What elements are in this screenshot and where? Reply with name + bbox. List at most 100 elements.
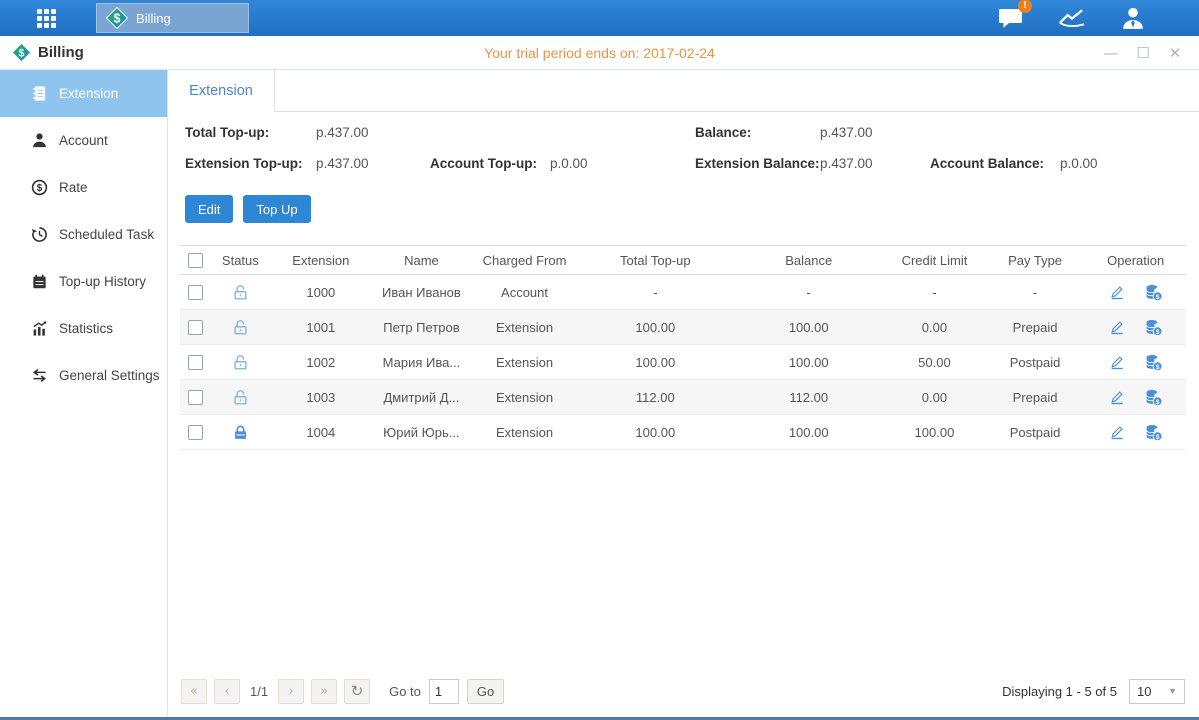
table-row: 1003 Дмитрий Д... Extension 112.00 112.0… xyxy=(180,380,1186,415)
row-checkbox[interactable] xyxy=(188,355,203,370)
dollar-coin-icon: $ xyxy=(31,179,48,196)
taskbar-billing-tab[interactable]: Billing xyxy=(96,3,249,33)
app-launcher-grid-icon[interactable] xyxy=(37,9,56,28)
summary-panel: Total Top-up: p.437.00 Balance: p.437.00… xyxy=(168,112,1199,184)
topup-coins-icon[interactable] xyxy=(1144,388,1163,407)
pay-type-cell: Prepaid xyxy=(985,380,1086,415)
calendar-icon xyxy=(31,273,48,290)
charged-from-cell: Extension xyxy=(472,345,578,380)
balance-cell: 100.00 xyxy=(733,310,884,345)
col-name: Name xyxy=(371,246,472,275)
edit-pencil-icon[interactable] xyxy=(1108,423,1126,441)
account-user-icon[interactable] xyxy=(1119,5,1147,31)
topup-coins-icon[interactable] xyxy=(1144,423,1163,442)
sidebar: Extension Account $ Rate xyxy=(0,70,168,717)
extension-balance-value: p.437.00 xyxy=(820,156,873,171)
top-taskbar: Billing ! xyxy=(0,0,1199,36)
extension-cell: 1002 xyxy=(271,345,372,380)
svg-text:$: $ xyxy=(37,183,43,194)
next-page-button[interactable]: › xyxy=(278,679,304,704)
balance-cell: 100.00 xyxy=(733,415,884,450)
credit-limit-cell: 0.00 xyxy=(884,380,985,415)
action-buttons: Edit Top Up xyxy=(168,195,1199,223)
row-checkbox[interactable] xyxy=(188,320,203,335)
edit-pencil-icon[interactable] xyxy=(1108,353,1126,371)
window-titlebar: Billing Your trial period ends on: 2017-… xyxy=(0,36,1199,70)
credit-limit-cell: 50.00 xyxy=(884,345,985,380)
close-button[interactable]: ✕ xyxy=(1167,45,1183,61)
status-cell xyxy=(210,380,270,415)
edit-pencil-icon[interactable] xyxy=(1108,388,1126,406)
sidebar-item-extension[interactable]: Extension xyxy=(0,70,167,117)
topup-coins-icon[interactable] xyxy=(1144,318,1163,337)
maximize-button[interactable]: ☐ xyxy=(1135,45,1151,61)
name-cell: Дмитрий Д... xyxy=(371,380,472,415)
sidebar-item-account[interactable]: Account xyxy=(0,117,167,164)
top-up-button[interactable]: Top Up xyxy=(243,195,310,223)
prev-page-button[interactable]: ‹ xyxy=(214,679,240,704)
goto-label: Go to xyxy=(389,684,421,699)
sidebar-item-statistics[interactable]: Statistics xyxy=(0,305,167,352)
edit-button[interactable]: Edit xyxy=(185,195,233,223)
billing-diamond-icon xyxy=(106,7,128,29)
row-checkbox[interactable] xyxy=(188,390,203,405)
balance-cell: 112.00 xyxy=(733,380,884,415)
pay-type-cell: - xyxy=(985,275,1086,310)
balance-cell: 100.00 xyxy=(733,345,884,380)
status-cell xyxy=(210,275,270,310)
name-cell: Мария Ива... xyxy=(371,345,472,380)
credit-limit-cell: 100.00 xyxy=(884,415,985,450)
goto-page-input[interactable] xyxy=(429,679,459,704)
history-clock-icon xyxy=(31,226,48,243)
page-size-select[interactable]: 10 ▼ xyxy=(1129,679,1185,704)
table-header-row: Status Extension Name Charged From Total… xyxy=(180,246,1186,275)
balance-label: Balance: xyxy=(695,125,751,140)
tab-strip: Extension xyxy=(168,70,1199,112)
extension-balance-label: Extension Balance: xyxy=(695,156,820,171)
edit-pencil-icon[interactable] xyxy=(1108,283,1126,301)
go-button[interactable]: Go xyxy=(467,679,504,704)
first-page-button[interactable]: « xyxy=(181,679,207,704)
total-topup-value: p.437.00 xyxy=(316,125,369,140)
charged-from-cell: Extension xyxy=(472,415,578,450)
settings-arrows-icon xyxy=(31,367,48,384)
topup-coins-icon[interactable] xyxy=(1144,283,1163,302)
table-row: 1004 Юрий Юрь... Extension 100.00 100.00… xyxy=(180,415,1186,450)
total-topup-cell: 100.00 xyxy=(577,345,733,380)
sidebar-item-general-settings[interactable]: General Settings xyxy=(0,352,167,399)
locked-icon xyxy=(232,424,249,441)
credit-limit-cell: - xyxy=(884,275,985,310)
notifications-chat-icon[interactable]: ! xyxy=(997,5,1025,31)
sidebar-item-label: Rate xyxy=(59,180,88,195)
tab-extension[interactable]: Extension xyxy=(168,70,275,112)
edit-pencil-icon[interactable] xyxy=(1108,318,1126,336)
reports-chart-icon[interactable] xyxy=(1058,5,1086,31)
sidebar-item-label: Scheduled Task xyxy=(59,227,154,242)
last-page-button[interactable]: » xyxy=(311,679,337,704)
displaying-text: Displaying 1 - 5 of 5 xyxy=(1002,684,1117,699)
col-charged-from: Charged From xyxy=(472,246,578,275)
row-checkbox[interactable] xyxy=(188,425,203,440)
refresh-icon[interactable]: ↻ xyxy=(344,679,370,704)
status-cell xyxy=(210,310,270,345)
account-topup-label: Account Top-up: xyxy=(430,156,537,171)
sidebar-item-topup-history[interactable]: Top-up History xyxy=(0,258,167,305)
stats-chart-icon xyxy=(31,320,48,337)
select-all-checkbox[interactable] xyxy=(188,253,203,268)
col-credit-limit: Credit Limit xyxy=(884,246,985,275)
sidebar-item-scheduled-task[interactable]: Scheduled Task xyxy=(0,211,167,258)
account-balance-value: p.0.00 xyxy=(1060,156,1098,171)
sidebar-item-label: Statistics xyxy=(59,321,113,336)
row-checkbox[interactable] xyxy=(188,285,203,300)
status-cell xyxy=(210,345,270,380)
minimize-button[interactable]: — xyxy=(1103,45,1119,61)
person-icon xyxy=(31,132,48,149)
topup-coins-icon[interactable] xyxy=(1144,353,1163,372)
name-cell: Петр Петров xyxy=(371,310,472,345)
sidebar-item-rate[interactable]: $ Rate xyxy=(0,164,167,211)
extension-cell: 1000 xyxy=(271,275,372,310)
pay-type-cell: Postpaid xyxy=(985,345,1086,380)
account-balance-label: Account Balance: xyxy=(930,156,1044,171)
col-operation: Operation xyxy=(1085,246,1186,275)
col-extension: Extension xyxy=(271,246,372,275)
